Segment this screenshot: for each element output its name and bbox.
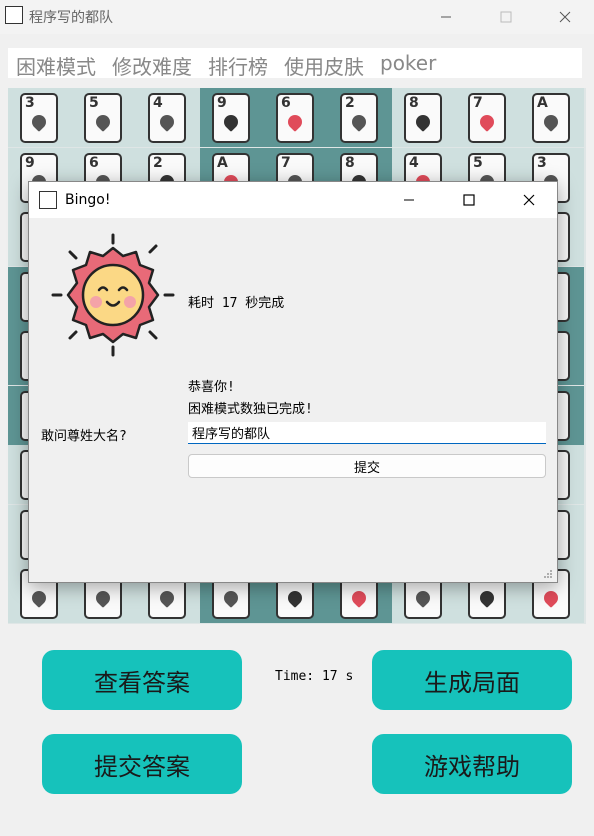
card-rank: 3 bbox=[25, 95, 35, 111]
card-suit-icon bbox=[349, 588, 369, 608]
playing-card: 9 bbox=[212, 93, 250, 143]
card-rank: 2 bbox=[345, 95, 355, 111]
card-suit-icon bbox=[285, 588, 305, 608]
view-answer-button[interactable]: 查看答案 bbox=[42, 650, 242, 710]
card-suit-icon bbox=[29, 588, 49, 608]
card-suit-icon bbox=[29, 112, 49, 132]
card-rank: 6 bbox=[89, 154, 99, 171]
menu-hard-mode[interactable]: 困难模式 bbox=[16, 51, 96, 80]
card-rank: A bbox=[537, 95, 548, 111]
name-input[interactable] bbox=[188, 422, 546, 444]
dialog-app-icon bbox=[39, 191, 57, 209]
card-cell[interactable]: 8 bbox=[392, 88, 456, 147]
close-icon bbox=[559, 11, 571, 23]
card-cell[interactable]: 9 bbox=[200, 88, 264, 147]
card-cell[interactable]: 5 bbox=[72, 88, 136, 147]
card-cell[interactable]: 4 bbox=[136, 88, 200, 147]
menu-poker[interactable]: poker bbox=[380, 51, 436, 75]
card-suit-icon bbox=[349, 112, 369, 132]
card-cell[interactable]: 6 bbox=[264, 88, 328, 147]
dialog-maximize-button[interactable] bbox=[447, 186, 491, 214]
card-suit-icon bbox=[221, 112, 241, 132]
generate-board-button[interactable]: 生成局面 bbox=[372, 650, 572, 710]
playing-card: 4 bbox=[148, 93, 186, 143]
dialog-close-button[interactable] bbox=[507, 186, 551, 214]
playing-card: 7 bbox=[468, 93, 506, 143]
card-rank: 9 bbox=[25, 154, 35, 171]
card-suit-icon bbox=[157, 112, 177, 132]
submit-name-button[interactable]: 提交 bbox=[188, 454, 546, 478]
card-suit-icon bbox=[221, 588, 241, 608]
maximize-icon bbox=[463, 194, 475, 206]
card-rank: 2 bbox=[153, 154, 163, 171]
menu-bar: 困难模式 修改难度 排行榜 使用皮肤 poker bbox=[8, 48, 582, 80]
playing-card: 6 bbox=[276, 93, 314, 143]
app-icon bbox=[5, 6, 23, 24]
dialog-titlebar: Bingo! bbox=[29, 182, 557, 218]
minimize-icon bbox=[441, 16, 451, 18]
card-suit-icon bbox=[157, 588, 177, 608]
card-rank: 8 bbox=[345, 154, 355, 171]
card-rank: 6 bbox=[281, 95, 291, 111]
close-button[interactable] bbox=[545, 4, 585, 30]
maximize-button[interactable] bbox=[486, 4, 526, 30]
card-rank: 3 bbox=[537, 154, 547, 171]
card-suit-icon bbox=[541, 112, 561, 132]
card-suit-icon bbox=[285, 112, 305, 132]
card-suit-icon bbox=[93, 588, 113, 608]
resize-grip-icon[interactable] bbox=[543, 569, 553, 579]
dialog-title: Bingo! bbox=[65, 192, 111, 208]
bingo-dialog: Bingo! 耗时 17 秒完成 恭喜你! 困难模式数独已完成! 敢问尊姓大名?… bbox=[28, 181, 558, 583]
window-title: 程序写的都队 bbox=[29, 10, 113, 26]
card-rank: 4 bbox=[153, 95, 163, 111]
timer-label: Time: 17 s bbox=[275, 669, 354, 684]
card-suit-icon bbox=[541, 588, 561, 608]
card-cell[interactable]: 2 bbox=[328, 88, 392, 147]
submit-answer-button[interactable]: 提交答案 bbox=[42, 734, 242, 794]
card-suit-icon bbox=[413, 112, 433, 132]
card-suit-icon bbox=[477, 588, 497, 608]
card-suit-icon bbox=[93, 112, 113, 132]
congrats-text: 恭喜你! bbox=[188, 380, 235, 395]
card-rank: 8 bbox=[409, 95, 419, 111]
game-help-button[interactable]: 游戏帮助 bbox=[372, 734, 572, 794]
menu-leaderboard[interactable]: 排行榜 bbox=[208, 51, 268, 80]
card-suit-icon bbox=[413, 588, 433, 608]
name-label: 敢问尊姓大名? bbox=[41, 429, 127, 444]
minimize-button[interactable] bbox=[426, 4, 466, 30]
menu-change-difficulty[interactable]: 修改难度 bbox=[112, 51, 192, 80]
elapsed-time-text: 耗时 17 秒完成 bbox=[188, 296, 285, 311]
card-suit-icon bbox=[477, 112, 497, 132]
card-rank: 5 bbox=[473, 154, 483, 171]
minimize-icon bbox=[404, 199, 414, 201]
maximize-icon bbox=[500, 11, 512, 23]
card-rank: A bbox=[217, 154, 228, 171]
completion-text: 困难模式数独已完成! bbox=[188, 402, 313, 417]
playing-card: 3 bbox=[20, 93, 58, 143]
close-icon bbox=[523, 194, 535, 206]
playing-card: 2 bbox=[340, 93, 378, 143]
happy-sun-icon bbox=[51, 233, 175, 357]
dialog-minimize-button[interactable] bbox=[387, 186, 431, 214]
card-rank: 4 bbox=[409, 154, 419, 171]
card-rank: 5 bbox=[89, 95, 99, 111]
card-cell[interactable]: 7 bbox=[456, 88, 520, 147]
window-titlebar: 程序写的都队 bbox=[0, 0, 594, 34]
card-rank: 9 bbox=[217, 95, 227, 111]
card-rank: 7 bbox=[281, 154, 291, 171]
card-cell[interactable]: A bbox=[520, 88, 584, 147]
playing-card: A bbox=[532, 93, 570, 143]
menu-skins[interactable]: 使用皮肤 bbox=[284, 51, 364, 80]
card-cell[interactable]: 3 bbox=[8, 88, 72, 147]
playing-card: 8 bbox=[404, 93, 442, 143]
card-rank: 7 bbox=[473, 95, 483, 111]
playing-card: 5 bbox=[84, 93, 122, 143]
